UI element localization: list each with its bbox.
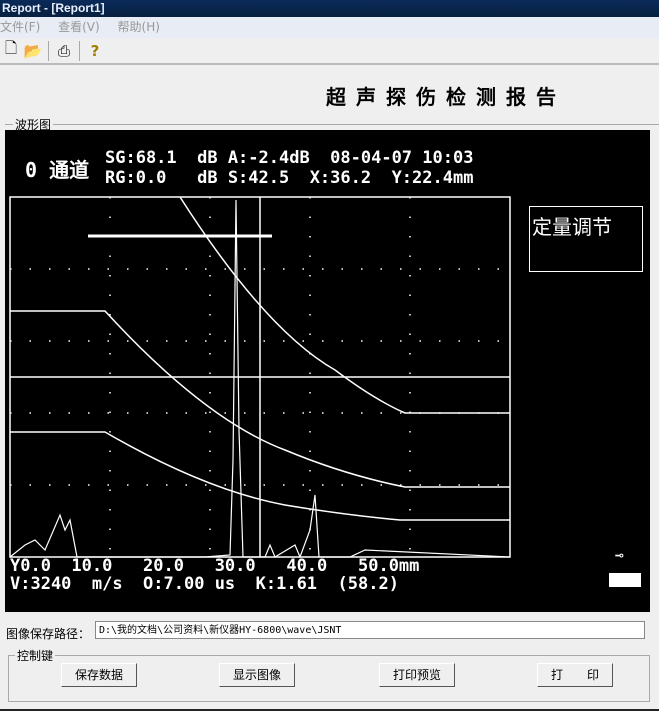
- separator: [48, 40, 49, 61]
- open-icon[interactable]: 📂: [22, 42, 44, 60]
- help-icon[interactable]: ?: [84, 42, 106, 60]
- title-bar: Report - [Report1]: [0, 0, 659, 17]
- controls-group: 控制键 保存数据 显示图像 打印预览 打 印: [8, 647, 650, 702]
- separator: [79, 40, 80, 61]
- menu-bar: 文件(F) 查看(V) 帮助(H): [0, 17, 659, 38]
- print-button[interactable]: 打 印: [537, 663, 613, 687]
- save-path-input[interactable]: D:\我的文档\公司资料\新仪器HY-6800\wave\JSNT: [95, 621, 645, 639]
- save-data-button[interactable]: 保存数据: [61, 663, 137, 687]
- menu-view[interactable]: 查看(V): [58, 20, 100, 34]
- waveform-screen: 0 通道 SG:68.1 dB A:-2.4dB 08-04-07 10:03 …: [5, 130, 650, 612]
- save-path-label: 图像保存路径：: [6, 627, 91, 641]
- new-icon[interactable]: 🗋: [0, 38, 22, 63]
- menu-help[interactable]: 帮助(H): [118, 20, 160, 34]
- print-icon[interactable]: ⎙: [53, 42, 75, 60]
- toolbar: 🗋 📂 ⎙ ?: [0, 38, 659, 65]
- window-title: Report - [Report1]: [2, 1, 105, 15]
- menu-file[interactable]: 文件(F): [0, 20, 40, 34]
- waveform-plot: [9, 196, 511, 559]
- print-preview-button[interactable]: 打印预览: [379, 663, 455, 687]
- report-title: 超声探伤检测报告: [326, 85, 566, 109]
- show-image-button[interactable]: 显示图像: [219, 663, 295, 687]
- dac-curve-top: [179, 196, 510, 414]
- controls-label: 控制键: [15, 647, 56, 664]
- window-bottom-border: [0, 709, 659, 711]
